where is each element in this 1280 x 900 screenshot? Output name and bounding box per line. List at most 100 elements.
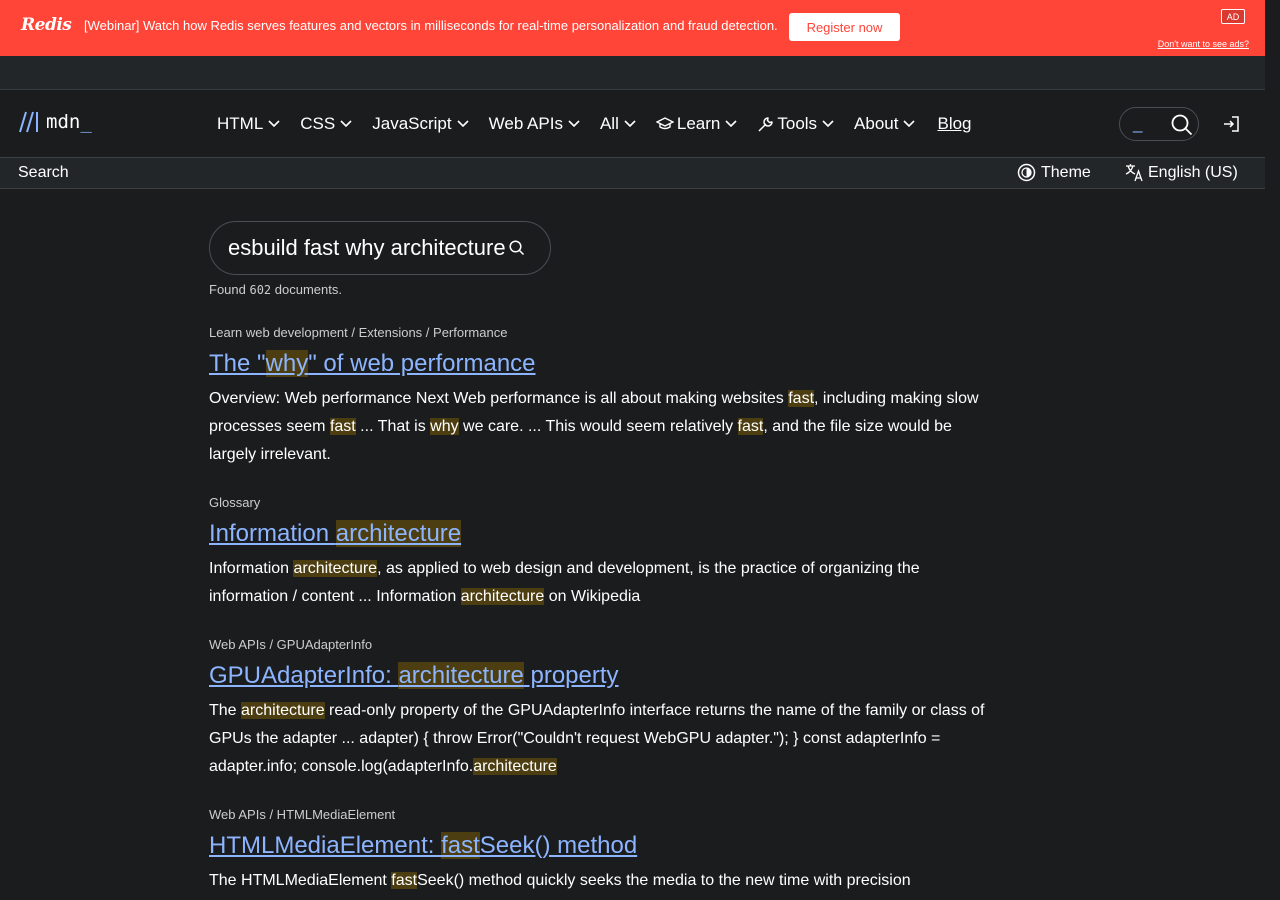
text-segment: ... That is [355, 418, 431, 435]
result-title-link[interactable]: Information architecture [209, 519, 462, 549]
nav-item-web-apis[interactable]: Web APIs [489, 114, 580, 134]
wrench-icon [758, 116, 774, 132]
nav-item-label: Tools [777, 114, 818, 133]
search-icon [1171, 114, 1193, 136]
ad-banner[interactable]: Redis [Webinar] Watch how Redis serves f… [0, 0, 1265, 56]
nav-item-label: About [854, 114, 899, 133]
search-box[interactable] [209, 221, 551, 275]
chevron-down-icon [725, 120, 737, 128]
ad-text[interactable]: [Webinar] Watch how Redis serves feature… [84, 18, 778, 33]
text-segment: The HTMLMediaElement [209, 872, 392, 889]
main-navbar: mdn_ HTML CSS JavaScript Web APIs All Le… [0, 90, 1265, 158]
mdn-logo[interactable]: mdn_ [18, 110, 92, 134]
result-breadcrumb: Web APIs / HTMLMediaElement [209, 807, 396, 822]
chevron-down-icon [624, 120, 636, 128]
text-segment: Overview: Web performance Next Web perfo… [209, 390, 789, 407]
nav-item-learn[interactable]: Learn [655, 114, 737, 134]
search-highlight: fast [737, 418, 764, 435]
search-highlight: architecture [473, 758, 557, 775]
result-snippet: The HTMLMediaElement fastSeek() method q… [209, 867, 989, 895]
result-snippet: The architecture read-only property of t… [209, 697, 989, 781]
chevron-down-icon [568, 120, 580, 128]
result-title-link[interactable]: The "why" of web performance [209, 349, 536, 379]
register-now-button[interactable]: Register now [789, 13, 900, 41]
chevron-down-icon [340, 120, 352, 128]
sub-header: Search Theme English (US) [0, 157, 1265, 189]
nav-item-tools[interactable]: Tools [757, 114, 834, 134]
logo-text: mdn_ [46, 111, 92, 133]
text-segment: The [209, 702, 242, 719]
translate-icon [1125, 164, 1143, 182]
nav-item-label: All [599, 114, 619, 133]
search-highlight: why [430, 418, 459, 435]
nav-menu: HTML CSS JavaScript Web APIs All Learn T… [217, 112, 972, 136]
chevron-down-icon [457, 120, 469, 128]
top-strip [0, 56, 1265, 90]
result-breadcrumb: Learn web development / Extensions / Per… [209, 325, 508, 340]
search-highlight: fast [391, 872, 418, 889]
redis-logo: Redis [21, 15, 72, 35]
theme-switcher[interactable]: Theme [1017, 163, 1091, 182]
ad-optout-link[interactable]: Don't want to see ads? [1158, 39, 1249, 49]
search-highlight: architecture [241, 702, 325, 719]
language-label: English (US) [1148, 163, 1238, 181]
result-title-link[interactable]: GPUAdapterInfo: architecture property [209, 661, 619, 691]
search-highlight: why [265, 350, 309, 377]
chevron-down-icon [822, 120, 834, 128]
search-result: Learn web development / Extensions / Per… [209, 325, 989, 469]
result-snippet: Overview: Web performance Next Web perfo… [209, 385, 989, 469]
text-segment: Seek() method quickly seeks the media to… [417, 872, 911, 889]
nav-item-label: JavaScript [372, 114, 452, 133]
result-breadcrumb: Web APIs / GPUAdapterInfo [209, 637, 373, 652]
results-list: Learn web development / Extensions / Per… [209, 325, 989, 895]
chevron-down-icon [903, 120, 916, 128]
scrollbar[interactable] [1265, 0, 1280, 900]
nav-item-all[interactable]: All [600, 114, 636, 134]
nav-search-button[interactable]: _ [1119, 107, 1199, 141]
search-result: Web APIs / HTMLMediaElement HTMLMediaElem… [209, 807, 989, 895]
nav-item-blog[interactable]: Blog [937, 114, 971, 134]
search-result: Web APIs / GPUAdapterInfo GPUAdapterInfo:… [209, 637, 989, 781]
mdn-logo-icon [19, 111, 38, 133]
result-title-link[interactable]: HTMLMediaElement: fastSeek() method [209, 831, 637, 861]
search-highlight: fast [788, 390, 815, 407]
language-switcher[interactable]: English (US) [1125, 163, 1238, 182]
chevron-down-icon [268, 120, 280, 128]
nav-item-label: CSS [300, 114, 336, 133]
login-icon[interactable] [1222, 115, 1240, 133]
theme-label: Theme [1041, 163, 1091, 181]
result-breadcrumb: Glossary [209, 495, 261, 510]
text-segment: " of web performance [308, 350, 536, 377]
text-segment: Seek() method [479, 832, 638, 859]
search-result: Glossary Information architecture Informat… [209, 495, 989, 611]
nav-item-javascript[interactable]: JavaScript [372, 114, 469, 134]
search-results-main: Found 602 documents. Learn web developme… [209, 221, 989, 895]
search-highlight: architecture [460, 588, 545, 605]
nav-item-html[interactable]: HTML [217, 114, 280, 134]
page-title: Search [18, 164, 69, 181]
nav-item-label: Learn [676, 114, 721, 133]
search-input[interactable] [228, 234, 510, 262]
text-segment: read-only property of the GPUAdapterInfo… [209, 702, 985, 775]
text-segment: Information [209, 560, 294, 577]
text-segment: on Wikipedia [544, 588, 641, 605]
search-icon[interactable] [509, 240, 525, 256]
search-highlight: architecture [335, 520, 462, 547]
text-segment: The " [209, 350, 266, 377]
nav-item-label: HTML [217, 114, 264, 133]
result-snippet: Information architecture, as applied to … [209, 555, 989, 611]
nav-item-label: Web APIs [488, 114, 563, 133]
text-segment: GPUAdapterInfo: [209, 662, 399, 689]
nav-item-css[interactable]: CSS [300, 114, 352, 134]
text-segment: HTMLMediaElement: [209, 832, 442, 859]
search-highlight: fast [329, 418, 356, 435]
ad-badge: AD [1221, 9, 1245, 24]
search-highlight: fast [441, 832, 480, 859]
search-cursor: _ [1133, 114, 1143, 133]
nav-item-about[interactable]: About [854, 114, 916, 134]
graduation-cap-icon [655, 117, 674, 130]
search-highlight: architecture [398, 662, 524, 689]
text-segment: we care. ... This would seem relatively [458, 418, 738, 435]
text-segment: Information [209, 520, 336, 547]
search-highlight: architecture [293, 560, 378, 577]
